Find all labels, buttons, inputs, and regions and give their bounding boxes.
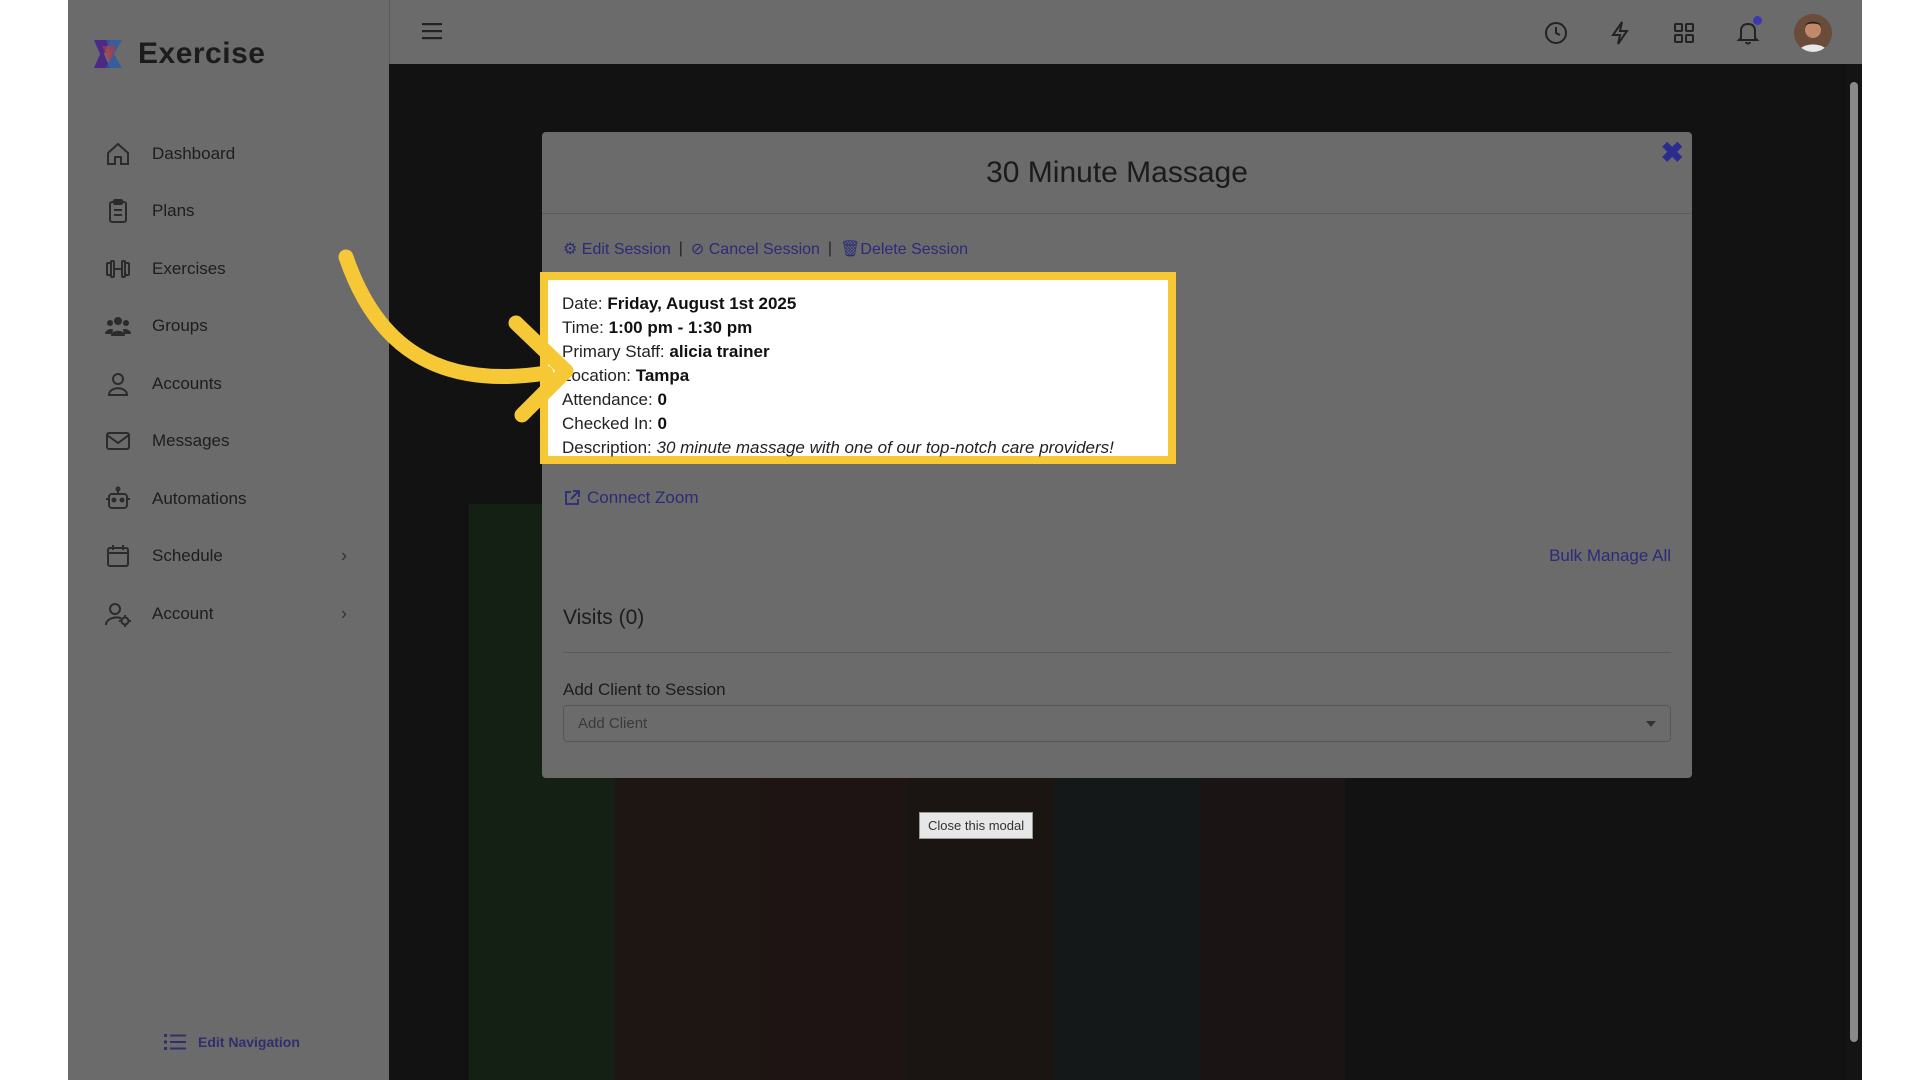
connect-zoom-link[interactable]: Connect Zoom: [563, 488, 699, 508]
clock-icon[interactable]: [1538, 15, 1574, 51]
sidebar-item-plans[interactable]: Plans: [68, 183, 389, 241]
scrollbar[interactable]: [1846, 64, 1862, 1080]
scrollbar-thumb[interactable]: [1850, 82, 1858, 1042]
detail-value: Friday, August 1st 2025: [607, 294, 797, 313]
notification-dot: [1753, 16, 1762, 25]
add-client-select[interactable]: Add Client: [563, 705, 1671, 742]
tooltip: Close this modal: [919, 812, 1034, 839]
connect-zoom-label: Connect Zoom: [587, 488, 699, 507]
detail-date: Date: Friday, August 1st 2025: [562, 292, 1114, 316]
top-bar: [389, 0, 1862, 64]
ban-icon: ⊘: [690, 241, 705, 258]
apps-grid-icon[interactable]: [1666, 15, 1702, 51]
visits-heading: Visits (0): [563, 606, 645, 629]
robot-icon: [106, 486, 130, 509]
modal-header: 30 Minute Massage ✖: [542, 132, 1692, 214]
detail-value: 30 minute massage with one of our top-no…: [656, 438, 1114, 457]
detail-attendance: Attendance: 0: [562, 388, 1114, 412]
edit-session-label: Edit Session: [581, 241, 671, 258]
cancel-session-button[interactable]: ⊘ Cancel Session: [691, 239, 820, 259]
list-icon: [164, 1034, 186, 1050]
edit-navigation-label: Edit Navigation: [198, 1034, 300, 1050]
detail-label: Description:: [562, 438, 652, 457]
delete-session-label: Delete Session: [860, 241, 969, 258]
sidebar-item-label: Automations: [152, 488, 247, 508]
bell-icon[interactable]: [1730, 15, 1766, 51]
cancel-session-label: Cancel Session: [708, 241, 820, 258]
detail-time: Time: 1:00 pm - 1:30 pm: [562, 316, 1114, 340]
detail-staff: Primary Staff: alicia trainer: [562, 340, 1114, 364]
sidebar-item-label: Schedule: [152, 546, 223, 566]
add-client-label: Add Client to Session: [563, 680, 726, 699]
sidebar-item-schedule[interactable]: Schedule ›: [68, 528, 389, 586]
top-bar-icons: [1538, 14, 1832, 52]
user-icon: [107, 372, 129, 396]
dumbbell-icon: [106, 259, 130, 278]
detail-value: alicia trainer: [669, 342, 770, 361]
sidebar-item-dashboard[interactable]: Dashboard: [68, 125, 389, 183]
annotation-arrow: [338, 249, 574, 423]
detail-value: 1:00 pm - 1:30 pm: [608, 318, 753, 337]
mail-icon: [106, 432, 130, 451]
app-window: Exercise Dashboard Plans Exercises Group…: [68, 0, 1862, 1080]
detail-location: Location: Tampa: [562, 364, 1114, 388]
sidebar-item-label: Account: [152, 603, 214, 623]
detail-value: Tampa: [635, 366, 690, 385]
divider: [563, 652, 1671, 653]
user-gear-icon: [105, 602, 131, 627]
sidebar-item-label: Accounts: [152, 373, 222, 393]
sidebar-item-label: Exercises: [152, 258, 226, 278]
detail-description: Description: 30 minute massage with one …: [562, 436, 1114, 460]
users-icon: [105, 317, 131, 337]
add-client-placeholder: Add Client: [578, 715, 648, 732]
detail-checked-in: Checked In: 0: [562, 412, 1114, 436]
trash-icon: 🗑: [840, 241, 861, 258]
chevron-down-icon: [1646, 721, 1656, 727]
sidebar-item-label: Groups: [152, 316, 208, 336]
session-actions: ⚙ Edit Session | ⊘ Cancel Session | 🗑Del…: [563, 239, 968, 259]
session-modal: 30 Minute Massage ✖ ⚙ Edit Session | ⊘ C…: [540, 132, 1692, 778]
chevron-right-icon: ›: [341, 545, 347, 566]
modal-title: 30 Minute Massage: [986, 156, 1248, 189]
sidebar-item-label: Messages: [152, 431, 230, 451]
separator: |: [678, 240, 683, 257]
home-icon: [107, 142, 129, 165]
avatar[interactable]: [1794, 14, 1832, 52]
calendar-icon: [107, 545, 129, 568]
menu-icon[interactable]: [420, 20, 444, 47]
close-icon[interactable]: ✖: [1661, 136, 1684, 169]
logo-icon: [94, 40, 122, 68]
delete-session-button[interactable]: 🗑Delete Session: [840, 239, 968, 259]
clipboard-icon: [109, 199, 127, 224]
chevron-right-icon: ›: [341, 603, 347, 624]
external-link-icon: [565, 490, 580, 505]
edit-navigation-link[interactable]: Edit Navigation: [164, 1032, 300, 1052]
sidebar: Exercise Dashboard Plans Exercises Group…: [68, 0, 389, 1080]
bolt-icon[interactable]: [1602, 15, 1638, 51]
detail-value: 0: [657, 414, 667, 433]
sidebar-item-label: Plans: [152, 201, 195, 221]
separator: |: [827, 240, 833, 257]
session-details-highlight: Date: Friday, August 1st 2025 Time: 1:00…: [540, 272, 1176, 464]
sidebar-item-automations[interactable]: Automations: [68, 470, 389, 528]
detail-value: 0: [657, 390, 667, 409]
brand[interactable]: Exercise: [90, 36, 265, 72]
session-details: Date: Friday, August 1st 2025 Time: 1:00…: [562, 292, 1114, 460]
bulk-manage-all-link[interactable]: Bulk Manage All: [1549, 546, 1671, 566]
brand-name: Exercise: [138, 37, 266, 70]
sidebar-item-account[interactable]: Account ›: [68, 585, 389, 643]
sidebar-item-label: Dashboard: [152, 143, 236, 163]
